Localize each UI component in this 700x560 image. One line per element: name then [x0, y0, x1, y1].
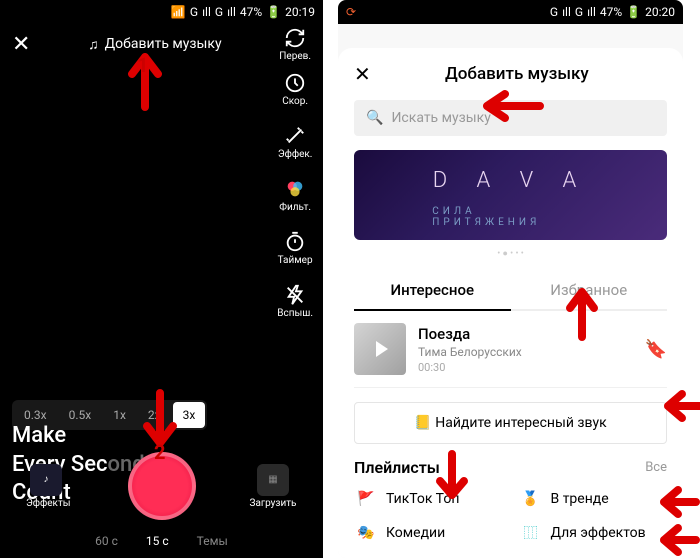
beauty-tool[interactable]: Эффек. [277, 125, 313, 160]
effects-label: Эффекты [26, 498, 71, 509]
playlists-all-link[interactable]: Все [645, 460, 667, 475]
signal2: ıll [227, 5, 236, 19]
status-bar: 📶 G ıll G ıll 47% 🔋 20:19 [0, 0, 323, 24]
status-bar: ⟳ G ıll G ıll 47% 🔋 20:20 [338, 0, 683, 24]
add-music-button[interactable]: ♫ Добавить музыку [88, 36, 221, 53]
tool-label: Вспыш. [277, 308, 313, 319]
search-input[interactable]: 🔍 Искать музыку [354, 100, 667, 136]
signal2: ıll [587, 5, 596, 19]
speed-3x[interactable]: 3x [173, 402, 206, 428]
bookmark-icon[interactable]: 🔖 [645, 339, 667, 360]
flip-camera-button[interactable]: Перев. [279, 27, 311, 62]
playlist-effects[interactable]: ⿲ Для эффектов [519, 521, 668, 545]
music-note-icon: ♫ [88, 36, 99, 53]
featured-banner[interactable]: D A V A СИЛА ПРИТЯЖЕНИЯ [354, 150, 667, 240]
tool-label: Фильт. [279, 202, 311, 213]
music-sheet: ✕ Добавить музыку 🔍 Искать музыку D A V … [338, 48, 683, 558]
sheet-title: Добавить музыку [367, 64, 667, 84]
record-area: ♪ Эффекты ▦ Загрузить [0, 452, 323, 520]
add-music-label: Добавить музыку [105, 36, 222, 52]
signal: ıll [562, 5, 571, 19]
playlist-trending[interactable]: 🏅 В тренде [519, 487, 668, 511]
camera-screen: 📶 G ıll G ıll 47% 🔋 20:19 ✕ ♫ Добавить м… [0, 0, 323, 558]
banner-title: D A V A [433, 168, 589, 193]
duration-tabs: 60 с 15 c Темы [0, 534, 323, 548]
tool-label: Скор. [282, 96, 308, 107]
playlist-label: Комедии [386, 525, 445, 541]
battery-pct: 47% [600, 5, 622, 19]
playlist-grid: 🚩 ТикТок Топ 🏅 В тренде 🎭 Комедии ⿲ Для … [354, 487, 667, 545]
filter-tool[interactable]: Фильт. [277, 178, 313, 213]
tiktok-logo-icon: ♪ [30, 464, 62, 496]
playlist-tiktok-top[interactable]: 🚩 ТикТок Топ [354, 487, 503, 511]
playlist-label: В тренде [551, 491, 609, 507]
track-artist: Тима Белорусских [418, 345, 633, 359]
track-duration: 00:30 [418, 361, 633, 374]
upload-thumb-icon: ▦ [257, 464, 289, 496]
track-info: Поезда Тима Белорусских 00:30 [418, 325, 633, 374]
upload-button[interactable]: ▦ Загрузить [249, 464, 297, 509]
search-placeholder: Искать музыку [391, 110, 490, 126]
clock: 20:20 [645, 5, 675, 19]
playlist-comedy[interactable]: 🎭 Комедии [354, 521, 503, 545]
network-g2: G [575, 5, 583, 19]
camera-tools: Скор. Эффек. Фильт. Таймер Вспыш. [277, 72, 313, 319]
flip-label: Перев. [279, 51, 311, 62]
mask-icon: 🎭 [354, 521, 378, 545]
tool-label: Таймер [278, 255, 313, 266]
battery-icon: 🔋 [626, 5, 641, 19]
tool-label: Эффек. [278, 149, 313, 160]
search-icon: 🔍 [366, 110, 383, 126]
tab-interesting[interactable]: Интересное [354, 271, 511, 311]
track-artwork [354, 323, 406, 375]
flag-icon: 🚩 [354, 487, 378, 511]
playlists-heading: Плейлисты [354, 458, 440, 477]
banner-subtitle: СИЛА ПРИТЯЖЕНИЯ [432, 206, 589, 228]
tab-15s[interactable]: 15 c [146, 534, 169, 548]
network-g: G [550, 5, 558, 19]
music-tabs: Интересное Избранное [354, 271, 667, 311]
music-picker-screen: ⟳ G ıll G ıll 47% 🔋 20:20 ✕ Добавить муз… [338, 0, 683, 558]
badge-icon: 🏅 [519, 487, 543, 511]
signal: ıll [202, 5, 211, 19]
top-bar: ✕ ♫ Добавить музыку Перев. [0, 24, 323, 64]
upload-label: Загрузить [250, 498, 297, 509]
play-icon [376, 341, 388, 357]
wifi-icon: 📶 [171, 5, 186, 19]
refresh-icon: ⟳ [346, 5, 356, 19]
speed-tool[interactable]: Скор. [277, 72, 313, 107]
playlist-label: ТикТок Топ [386, 491, 459, 507]
close-icon[interactable]: ✕ [12, 32, 30, 57]
track-row[interactable]: Поезда Тима Белорусских 00:30 🔖 [354, 311, 667, 388]
tab-60s[interactable]: 60 с [95, 534, 118, 548]
battery-pct: 47% [240, 5, 262, 19]
pagination-dots: • ● • • • [354, 248, 667, 259]
soundwave-icon: ⿲ [519, 521, 543, 545]
network-g2: G [215, 5, 223, 19]
clock: 20:19 [285, 5, 315, 19]
playlist-label: Для эффектов [551, 525, 646, 541]
flash-tool[interactable]: Вспыш. [277, 284, 313, 319]
timer-tool[interactable]: Таймер [277, 231, 313, 266]
network-g: G [190, 5, 198, 19]
battery-icon: 🔋 [266, 5, 281, 19]
record-button[interactable] [128, 452, 196, 520]
tab-favorites[interactable]: Избранное [511, 271, 668, 311]
effects-button[interactable]: ♪ Эффекты [26, 464, 66, 509]
track-title: Поезда [418, 325, 633, 343]
find-sound-button[interactable]: 📒 Найдите интересный звук [354, 402, 667, 444]
tab-themes[interactable]: Темы [197, 534, 228, 548]
